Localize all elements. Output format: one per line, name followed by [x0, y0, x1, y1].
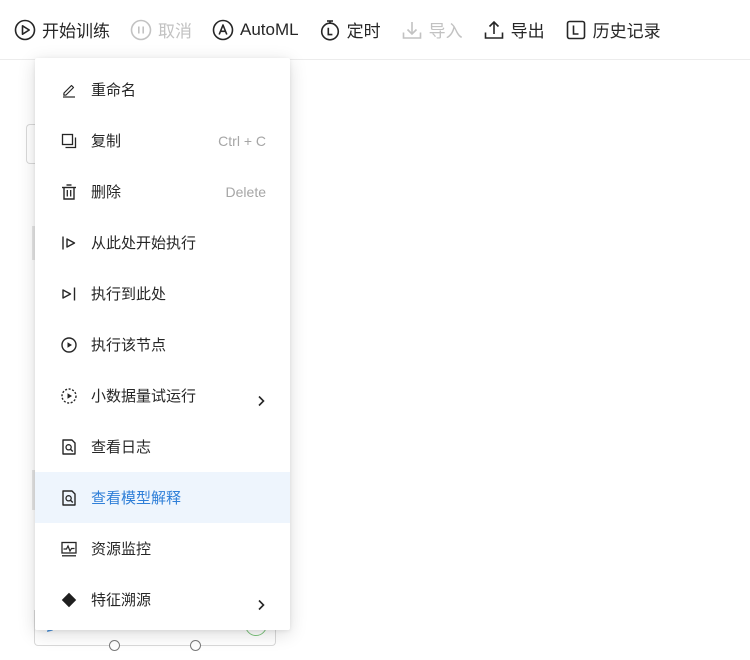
log-search-icon	[62, 438, 76, 455]
schedule-button[interactable]: 定时	[319, 15, 381, 45]
automl-label: AutoML	[240, 19, 299, 39]
menu-item-delete[interactable]: 删除 Delete	[35, 166, 290, 217]
history-label: 历史记录	[592, 22, 661, 41]
play-circle-icon	[14, 19, 36, 40]
menu-item-resource-monitor[interactable]: 资源监控	[35, 523, 290, 574]
play-circle-icon	[61, 336, 77, 353]
menu-item-feature-lineage[interactable]: 特征溯源	[35, 574, 290, 625]
import-button[interactable]: 导入	[401, 15, 463, 45]
chevron-right-icon	[258, 599, 265, 610]
menu-item-label: 资源监控	[91, 541, 152, 558]
trash-icon	[62, 183, 76, 200]
diamond-icon	[61, 592, 77, 607]
menu-item-shortcut: Delete	[225, 183, 266, 200]
menu-item-small-data-trial[interactable]: 小数据量试运行	[35, 370, 290, 421]
import-label: 导入	[428, 22, 463, 41]
timer-icon	[320, 19, 339, 41]
start-training-label: 开始训练	[42, 22, 110, 41]
history-icon	[566, 20, 585, 39]
monitor-icon	[61, 541, 77, 556]
start-training-button[interactable]: 开始训练	[14, 15, 110, 45]
node-output-port[interactable]	[190, 640, 201, 651]
menu-item-copy[interactable]: 复制 Ctrl + C	[35, 115, 290, 166]
toolbar: 开始训练 取消 AutoML 定时 导入 导出 历史记录	[0, 0, 750, 60]
menu-item-run-node[interactable]: 执行该节点	[35, 319, 290, 370]
history-button[interactable]: 历史记录	[565, 15, 661, 45]
menu-item-label: 删除	[91, 184, 122, 201]
menu-item-label: 执行该节点	[91, 337, 167, 354]
menu-item-view-log[interactable]: 查看日志	[35, 421, 290, 472]
download-icon	[402, 21, 421, 39]
menu-item-label: 执行到此处	[91, 286, 167, 303]
menu-item-label: 查看日志	[91, 439, 152, 456]
export-label: 导出	[510, 22, 545, 41]
menu-item-run-from-here[interactable]: 从此处开始执行	[35, 217, 290, 268]
run-to-here-icon	[62, 287, 76, 300]
menu-item-run-to-here[interactable]: 执行到此处	[35, 268, 290, 319]
automl-icon	[212, 19, 234, 40]
node-output-port[interactable]	[109, 640, 120, 651]
pause-circle-icon	[130, 19, 152, 40]
copy-icon	[61, 133, 77, 148]
context-menu: 重命名 复制 Ctrl + C 删除 Delete 从此处开始执行 执行到此处 …	[35, 58, 290, 630]
automl-button[interactable]: AutoML	[212, 15, 299, 45]
menu-item-label: 复制	[91, 133, 122, 150]
run-from-here-icon	[62, 236, 76, 249]
menu-item-label: 重命名	[91, 82, 137, 99]
upload-icon	[484, 20, 503, 39]
menu-item-rename[interactable]: 重命名	[35, 64, 290, 115]
menu-item-view-model-explanation[interactable]: 查看模型解释	[35, 472, 290, 523]
pencil-icon	[63, 84, 75, 98]
model-search-icon	[62, 489, 76, 506]
menu-item-label: 从此处开始执行	[91, 235, 197, 252]
cancel-button[interactable]: 取消	[130, 15, 192, 45]
dashed-play-circle-icon	[61, 387, 77, 404]
chevron-right-icon	[258, 395, 265, 406]
menu-item-label: 特征溯源	[91, 592, 152, 609]
cancel-label: 取消	[158, 22, 192, 41]
menu-item-label: 小数据量试运行	[91, 388, 197, 405]
schedule-label: 定时	[346, 22, 381, 41]
menu-item-label: 查看模型解释	[91, 490, 182, 507]
export-button[interactable]: 导出	[483, 15, 545, 45]
menu-item-shortcut: Ctrl + C	[218, 132, 266, 149]
